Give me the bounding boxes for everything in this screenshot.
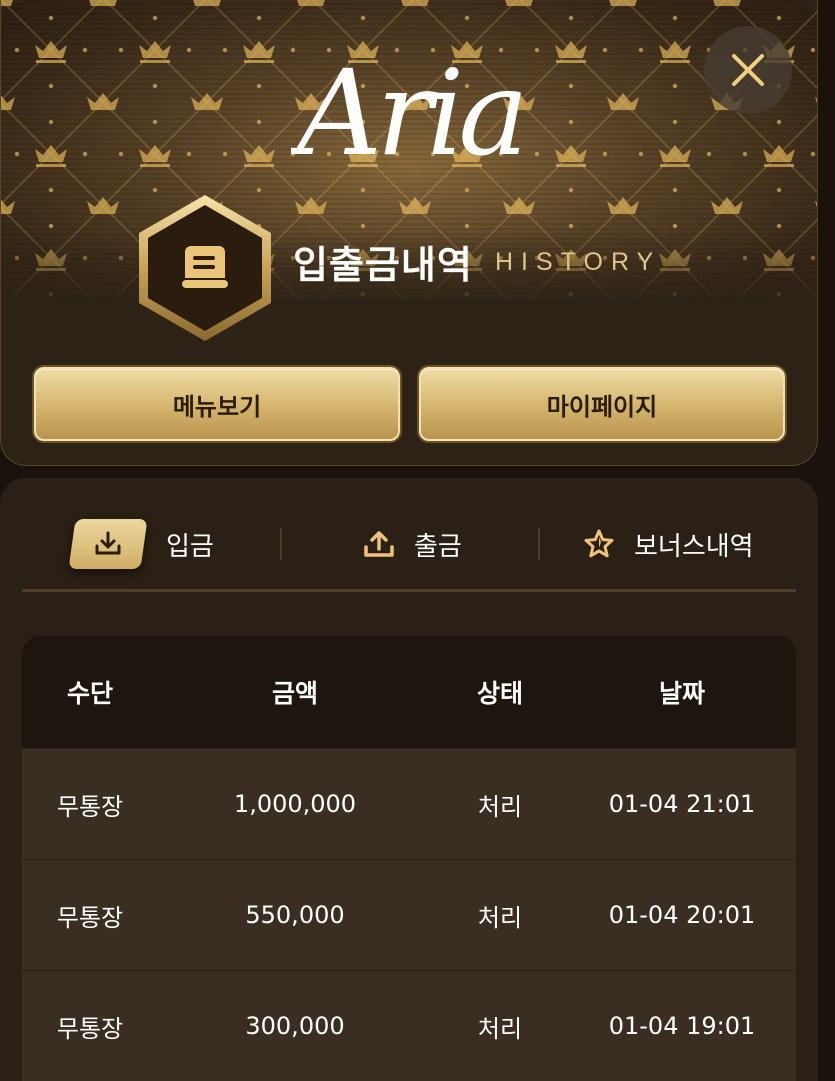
tab-withdraw-label: 출금 <box>414 531 462 562</box>
header-panel: Aria 입출금내역 HISTORY 메뉴보기 마이페이지 <box>0 0 818 466</box>
table-header: 수단 금액 상태 날짜 <box>22 636 796 748</box>
cell-method: 무통장 <box>56 792 124 821</box>
history-badge <box>139 195 271 341</box>
tab-deposit[interactable]: 입금 <box>68 514 214 574</box>
col-header-method: 수단 <box>66 679 113 708</box>
tab-deposit-label: 입금 <box>166 531 214 562</box>
tab-bar: 입금 출금 보너스내역 <box>22 478 796 592</box>
col-header-amount: 금액 <box>271 679 318 708</box>
document-icon <box>180 246 230 290</box>
col-header-status: 상태 <box>476 679 523 708</box>
page-title: 입출금내역 <box>293 243 473 287</box>
cell-status: 처리 <box>477 1014 523 1043</box>
menu-button[interactable]: 메뉴보기 <box>34 367 400 441</box>
content-panel: 입금 출금 보너스내역 수단 금액 상태 날짜 무통장 1,000,000 처리… <box>0 478 818 1081</box>
tab-withdraw-icon-box <box>362 527 396 561</box>
close-icon <box>732 54 764 86</box>
star-icon <box>584 529 614 558</box>
cell-status: 처리 <box>477 903 523 932</box>
table-row: 무통장 300,000 처리 01-04 19:01 <box>22 970 796 1081</box>
table-row: 무통장 1,000,000 처리 01-04 21:01 <box>22 748 796 859</box>
cell-amount: 300,000 <box>245 1012 345 1040</box>
tab-bonus-icon-box <box>582 527 616 561</box>
tab-bonus[interactable]: 보너스내역 <box>582 514 754 574</box>
download-icon <box>95 531 121 555</box>
svg-text:Aria: Aria <box>291 44 523 182</box>
tab-bonus-label: 보너스내역 <box>634 531 754 562</box>
mypage-button[interactable]: 마이페이지 <box>419 367 785 441</box>
tab-divider <box>538 528 540 560</box>
tab-divider <box>280 528 282 560</box>
page-subtitle: HISTORY <box>495 248 662 276</box>
cell-date: 01-04 19:01 <box>608 1012 756 1040</box>
cell-amount: 550,000 <box>245 901 345 929</box>
tab-withdraw[interactable]: 출금 <box>362 514 462 574</box>
cell-status: 처리 <box>477 792 523 821</box>
cell-method: 무통장 <box>56 903 124 932</box>
cell-date: 01-04 21:01 <box>608 790 756 818</box>
table-row: 무통장 550,000 처리 01-04 20:01 <box>22 859 796 970</box>
close-button[interactable] <box>704 26 792 114</box>
upload-icon <box>364 531 394 557</box>
tab-deposit-icon-box <box>68 519 148 569</box>
aria-logo: Aria <box>291 44 529 182</box>
col-header-date: 날짜 <box>658 679 705 708</box>
history-table: 수단 금액 상태 날짜 무통장 1,000,000 처리 01-04 21:01… <box>22 636 796 1081</box>
cell-amount: 1,000,000 <box>233 790 357 818</box>
cell-method: 무통장 <box>56 1014 124 1043</box>
cell-date: 01-04 20:01 <box>608 901 756 929</box>
